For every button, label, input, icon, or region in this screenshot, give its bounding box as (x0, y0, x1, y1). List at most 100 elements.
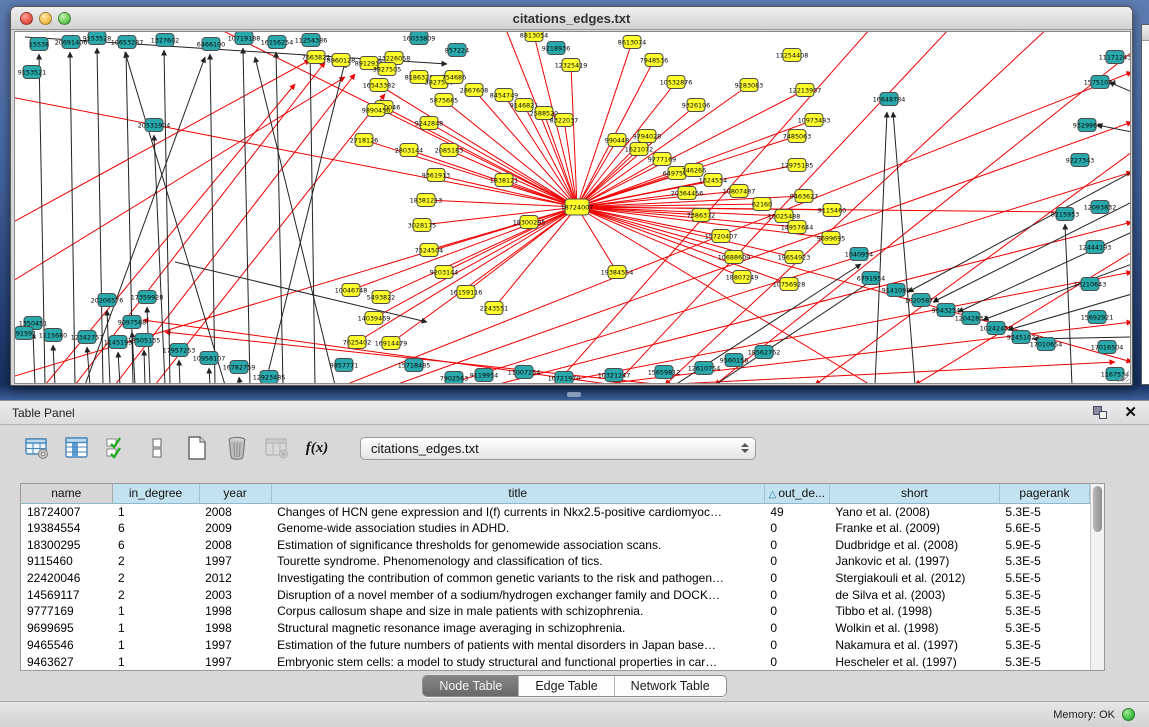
graph-node[interactable]: 18562762 (748, 346, 781, 359)
graph-node[interactable]: 12325419 (555, 59, 588, 72)
table-row[interactable]: 2242004622012Investigating the contribut… (21, 570, 1090, 587)
graph-node[interactable]: 10046748 (335, 284, 368, 297)
table-cell[interactable]: 0 (764, 570, 829, 587)
graph-node[interactable]: 12213937 (789, 84, 822, 97)
graph-node[interactable]: 18724007 (561, 199, 594, 215)
graph-node[interactable]: 10532876 (660, 76, 693, 89)
graph-node[interactable]: 14039469 (358, 312, 391, 325)
table-cell[interactable]: de Silva et al. (2003) (829, 586, 999, 603)
table-cell[interactable]: Tourette syndrome. Phenomenology and cla… (271, 553, 764, 570)
graph-node[interactable]: 18381213 (410, 194, 443, 207)
table-cell[interactable]: 9115460 (21, 553, 112, 570)
graph-node[interactable]: 10756928 (773, 278, 806, 291)
graph-node[interactable]: 16782759 (223, 361, 256, 374)
graph-node[interactable]: 7625402 (343, 336, 371, 349)
table-scrollbar[interactable] (1090, 484, 1104, 670)
graph-node[interactable]: 5493822 (367, 291, 395, 304)
table-cell[interactable]: 1997 (199, 653, 271, 670)
table-row[interactable]: 977716911998Corpus callosum shape and si… (21, 603, 1090, 620)
graph-node[interactable]: 857224 (445, 44, 469, 57)
graph-node[interactable]: 10807487 (723, 185, 756, 198)
graph-node[interactable]: 6791954 (857, 272, 885, 285)
table-cell[interactable]: Estimation of the future numbers of pati… (271, 637, 764, 654)
graph-node[interactable]: 9794028 (633, 130, 661, 143)
table-cell[interactable]: Yano et al. (2008) (829, 503, 999, 520)
graph-node[interactable]: 9560156 (720, 354, 748, 367)
table-cell[interactable]: 5.9E-5 (999, 536, 1089, 553)
graph-node[interactable]: 7485063 (783, 130, 811, 143)
table-cell[interactable]: Genome-wide association studies in ADHD. (271, 520, 764, 537)
graph-node[interactable]: 12975185 (781, 159, 814, 172)
table-cell[interactable]: Investigating the contribution of common… (271, 570, 764, 587)
column-header-in_degree[interactable]: in_degree (112, 484, 199, 503)
graph-node[interactable]: 15718485 (398, 359, 431, 372)
graph-node[interactable]: 5875685 (430, 94, 458, 107)
function-builder-button[interactable]: f(x) (302, 433, 332, 463)
table-cell[interactable]: 6 (112, 536, 199, 553)
graph-node[interactable]: 9203144 (430, 266, 458, 279)
graph-node[interactable]: 15692921 (1081, 311, 1114, 324)
table-cell[interactable]: 0 (764, 653, 829, 670)
table-cell[interactable]: 0 (764, 620, 829, 637)
table-cell[interactable]: 9463627 (21, 653, 112, 670)
close-panel-icon[interactable]: ✕ (1124, 405, 1137, 421)
row-selection-button[interactable] (102, 433, 132, 463)
table-cell[interactable]: 2012 (199, 570, 271, 587)
table-cell[interactable]: 2008 (199, 536, 271, 553)
table-cell[interactable]: 2 (112, 553, 199, 570)
table-cell[interactable]: Tibbo et al. (1998) (829, 603, 999, 620)
graph-node[interactable]: 11254408 (776, 49, 809, 62)
table-cell[interactable]: Changes of HCN gene expression and I(f) … (271, 503, 764, 520)
graph-node[interactable]: 19384554 (601, 266, 634, 279)
minimize-window-button[interactable] (39, 12, 52, 25)
table-cell[interactable]: 9465546 (21, 637, 112, 654)
column-header-year[interactable]: year (199, 484, 271, 503)
graph-node[interactable]: 16033809 (403, 32, 436, 45)
graph-node[interactable]: 17359928 (131, 291, 164, 304)
graph-node[interactable]: 15659812 (648, 366, 681, 379)
graph-node[interactable]: 16543382 (363, 79, 396, 92)
rows-button[interactable] (142, 433, 172, 463)
window-titlebar[interactable]: citations_edges.txt (11, 7, 1132, 30)
graph-node[interactable]: 8960128 (327, 54, 355, 67)
table-cell[interactable]: 14569117 (21, 586, 112, 603)
tab-edge-table[interactable]: Edge Table (519, 676, 614, 696)
table-cell[interactable]: 1998 (199, 620, 271, 637)
create-column-button[interactable] (182, 433, 212, 463)
table-cell[interactable]: Hescheler et al. (1997) (829, 653, 999, 670)
delete-column-button[interactable] (222, 433, 252, 463)
table-cell[interactable]: 0 (764, 520, 829, 537)
float-panel-button[interactable] (1092, 405, 1110, 421)
graph-node[interactable]: 16721970 (548, 372, 581, 385)
graph-node[interactable]: 1040954 (845, 248, 873, 261)
table-cell[interactable]: 0 (764, 536, 829, 553)
table-cell[interactable]: 5.6E-5 (999, 520, 1089, 537)
table-cell[interactable]: 5.3E-5 (999, 553, 1089, 570)
graph-node[interactable]: 2867608 (460, 84, 488, 97)
graph-node[interactable]: 9141098 (882, 284, 910, 297)
table-cell[interactable]: 19384554 (21, 520, 112, 537)
graph-node[interactable]: 8215953 (1051, 208, 1079, 221)
window-resize-grip[interactable] (1116, 369, 1129, 382)
graph-node[interactable]: 15720407 (705, 230, 738, 243)
table-cell[interactable]: 5.3E-5 (999, 586, 1089, 603)
graph-node[interactable]: 11007254 (508, 366, 541, 379)
graph-node[interactable]: 746266 (682, 164, 706, 177)
graph-node[interactable]: 8454749 (490, 89, 518, 102)
table-cell[interactable]: Dudbridge et al. (2008) (829, 536, 999, 553)
graph-node[interactable]: 10958107 (193, 352, 226, 365)
close-window-button[interactable] (20, 12, 33, 25)
panel-splitter-handle[interactable] (567, 392, 581, 397)
table-cell[interactable]: Corpus callosum shape and size in male p… (271, 603, 764, 620)
graph-node[interactable]: 2718126 (350, 134, 378, 147)
table-cell[interactable]: 1997 (199, 637, 271, 654)
table-cell[interactable]: 9777169 (21, 603, 112, 620)
table-cell[interactable]: Structural magnetic resonance image aver… (271, 620, 764, 637)
table-cell[interactable]: 18724007 (21, 503, 112, 520)
graph-node[interactable]: 20206576 (91, 294, 124, 307)
graph-node[interactable]: 12093832 (1084, 201, 1117, 214)
table-cell[interactable]: 6 (112, 520, 199, 537)
graph-node[interactable]: 9097588 (118, 316, 146, 329)
graph-node[interactable]: 3827505 (373, 63, 401, 76)
table-cell[interactable]: Wolkin et al. (1998) (829, 620, 999, 637)
